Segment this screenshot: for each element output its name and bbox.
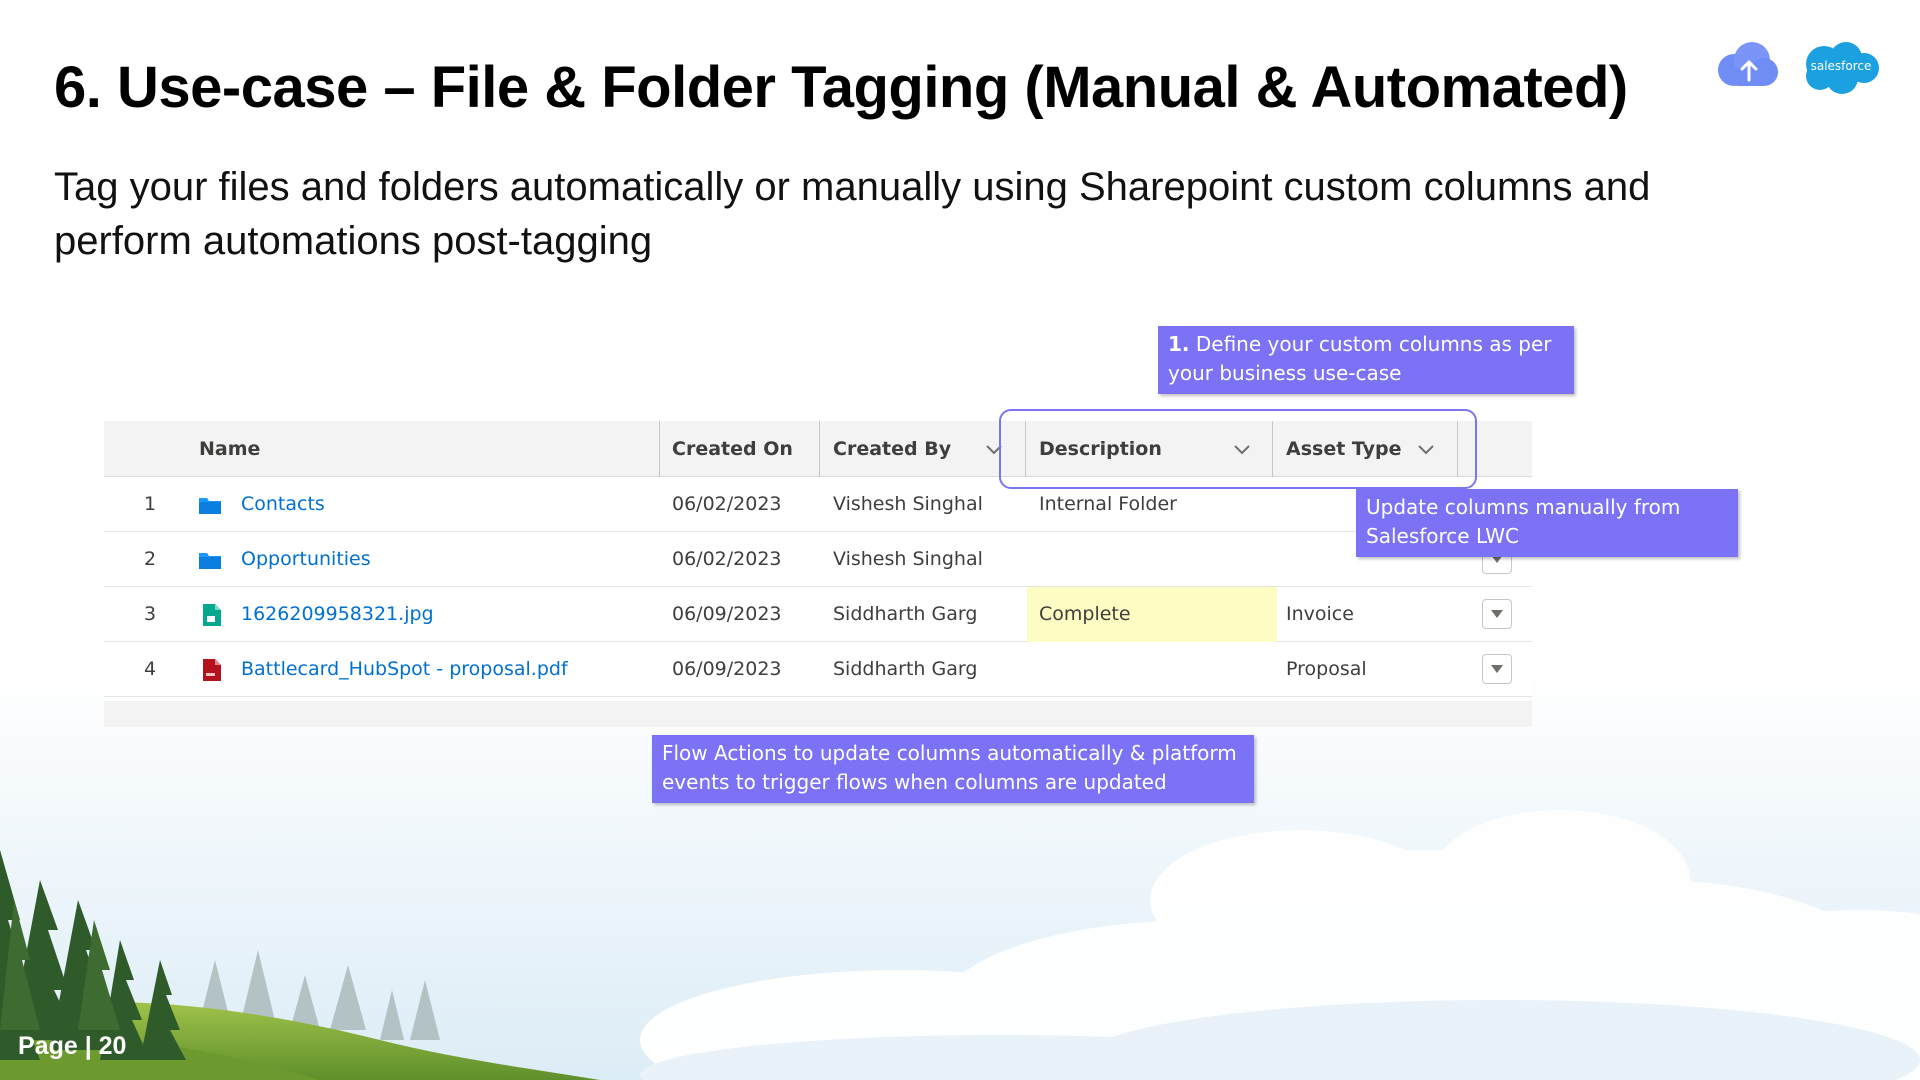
column-divider[interactable]: [819, 421, 820, 477]
file-name-link[interactable]: Battlecard_HubSpot - proposal.pdf: [241, 642, 568, 697]
column-header-created-by[interactable]: Created By: [833, 421, 951, 477]
table-row[interactable]: 3 1626209958321.jpg 06/09/2023 Siddharth…: [104, 587, 1532, 642]
row-actions-button[interactable]: [1482, 654, 1512, 684]
page-number: Page | 20: [18, 1032, 127, 1060]
table-row[interactable]: 2 Opportunities 06/02/2023 Vishesh Singh…: [104, 532, 1532, 587]
file-name-link[interactable]: Contacts: [241, 477, 325, 532]
file-name-link[interactable]: 1626209958321.jpg: [241, 587, 434, 642]
file-name-link[interactable]: Opportunities: [241, 532, 371, 587]
created-by-cell: Siddharth Garg: [833, 603, 978, 625]
cloud-upload-icon: [1718, 42, 1778, 86]
callout-step-number: 1.: [1168, 332, 1190, 356]
pdf-file-icon: [203, 659, 221, 681]
row-number: 1: [143, 493, 157, 515]
asset-type-cell[interactable]: Proposal: [1286, 642, 1367, 697]
created-by-cell: Vishesh Singhal: [833, 493, 983, 515]
caret-down-icon: [1491, 665, 1503, 673]
created-on-cell: 06/02/2023: [672, 548, 782, 570]
row-number: 2: [143, 548, 157, 570]
slide-title: 6. Use-case – File & Folder Tagging (Man…: [54, 55, 1628, 120]
image-file-icon: [203, 604, 221, 626]
created-on-cell: 06/09/2023: [672, 658, 782, 680]
column-header-created-on[interactable]: Created On: [672, 421, 793, 477]
salesforce-logo-text: salesforce: [1810, 59, 1872, 73]
asset-type-cell[interactable]: Invoice: [1286, 587, 1354, 642]
created-by-cell: Siddharth Garg: [833, 658, 978, 680]
row-number: 4: [143, 658, 157, 680]
created-on-cell: 06/09/2023: [672, 603, 782, 625]
table-row[interactable]: 4 Battlecard_HubSpot - proposal.pdf 06/0…: [104, 642, 1532, 697]
row-number: 3: [143, 603, 157, 625]
custom-columns-highlight: [999, 409, 1477, 489]
created-on-cell: 06/02/2023: [672, 493, 782, 515]
column-divider[interactable]: [659, 421, 660, 477]
folder-icon: [199, 553, 221, 569]
callout-define-columns: 1. Define your custom columns as per you…: [1158, 326, 1574, 394]
salesforce-logo: salesforce: [1798, 38, 1882, 98]
slide-subtitle: Tag your files and folders automatically…: [54, 165, 1651, 263]
callout-define-text: Define your custom columns as per your b…: [1168, 332, 1552, 385]
caret-down-icon: [1491, 610, 1503, 618]
column-header-name[interactable]: Name: [199, 421, 260, 477]
callout-flow-actions: Flow Actions to update columns automatic…: [652, 735, 1254, 803]
row-actions-button[interactable]: [1482, 599, 1512, 629]
table-footer: [104, 701, 1532, 727]
created-by-cell: Vishesh Singhal: [833, 548, 983, 570]
callout-manual-update: Update columns manually from Salesforce …: [1356, 489, 1738, 557]
folder-icon: [199, 498, 221, 514]
description-cell[interactable]: Complete: [1039, 587, 1131, 642]
